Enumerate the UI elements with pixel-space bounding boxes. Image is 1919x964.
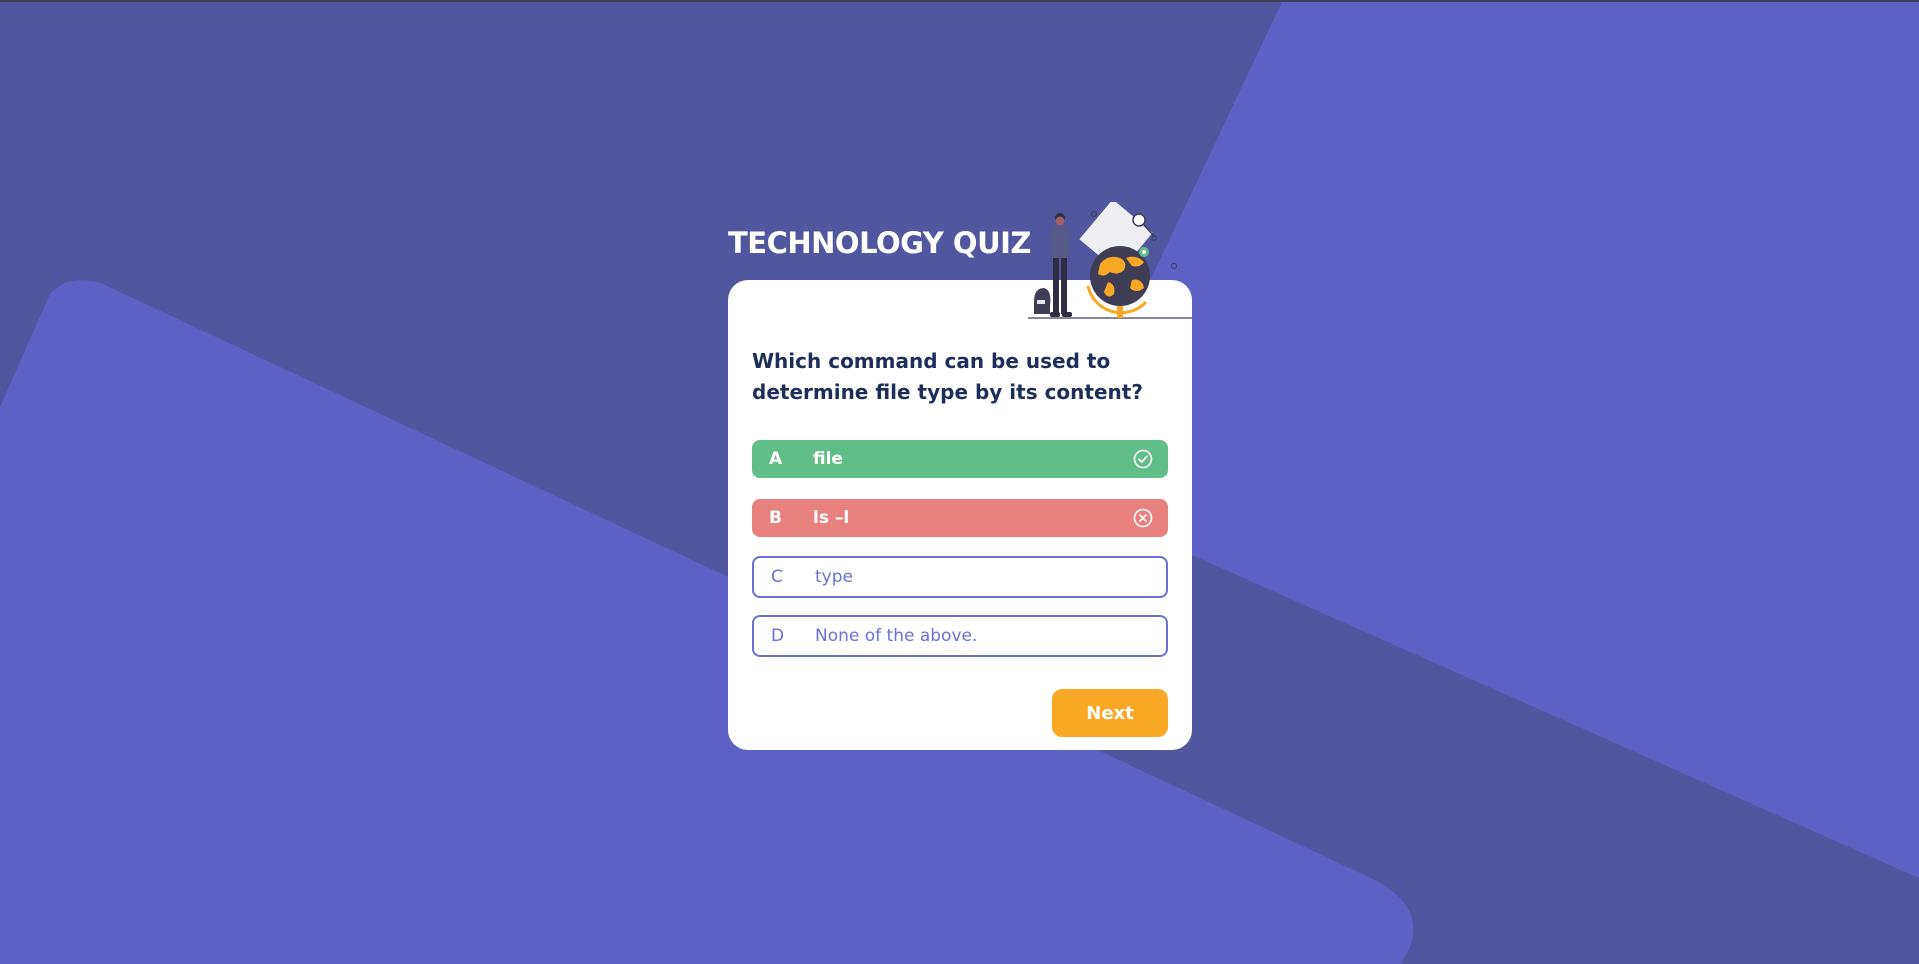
option-label: ls –l (813, 508, 850, 528)
x-circle-icon (1132, 507, 1154, 529)
next-button[interactable]: Next (1052, 689, 1168, 737)
option-letter: D (771, 626, 785, 646)
option-label: file (813, 449, 843, 469)
option-label: None of the above. (815, 626, 978, 646)
person-with-globe-illustration (1028, 202, 1192, 319)
option-b[interactable]: B ls –l (752, 499, 1168, 537)
quiz-title: TECHNOLOGY QUIZ (728, 226, 1031, 260)
question-text: Which command can be used to determine f… (752, 349, 1143, 404)
option-letter: C (771, 567, 783, 587)
option-a[interactable]: A file (752, 440, 1168, 478)
option-label: type (815, 567, 853, 587)
option-c[interactable]: C type (752, 556, 1168, 598)
option-d[interactable]: D None of the above. (752, 615, 1168, 657)
option-letter: B (769, 508, 782, 528)
question-card: Which command can be used to determine f… (728, 280, 1192, 750)
check-circle-icon (1132, 448, 1154, 470)
option-letter: A (769, 449, 783, 469)
